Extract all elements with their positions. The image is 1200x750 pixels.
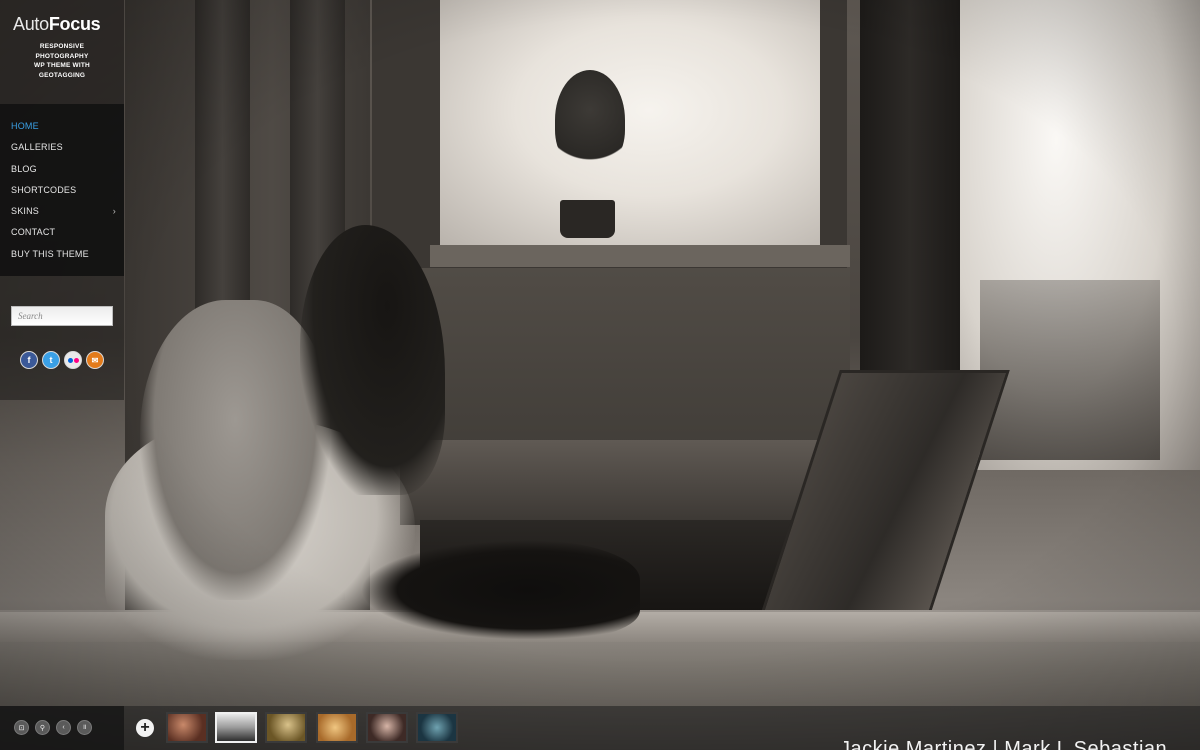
- menu-item-label: GALLERIES: [11, 142, 63, 153]
- menu-item-label: BUY THIS THEME: [11, 248, 89, 259]
- main-menu: HOME GALLERIES BLOG SHORTCODES SKINS › CO…: [0, 104, 124, 276]
- pause-icon[interactable]: ॥: [77, 720, 92, 735]
- photo-caption: Jackie Martinez | Mark L Sebastian: [840, 738, 1168, 750]
- thumbnail[interactable]: [316, 712, 358, 743]
- menu-item-buy-this-theme[interactable]: BUY THIS THEME: [0, 244, 124, 265]
- twitter-icon[interactable]: t: [42, 351, 60, 369]
- menu-item-contact[interactable]: CONTACT: [0, 222, 124, 243]
- flickr-icon[interactable]: [64, 351, 82, 369]
- menu-item-label: CONTACT: [11, 227, 56, 238]
- logo-auto-text: Auto: [13, 14, 49, 34]
- site-tagline: RESPONSIVE PHOTOGRAPHY WP THEME WITH GEO…: [34, 43, 90, 79]
- logo-block: AutoFocus RESPONSIVE PHOTOGRAPHY WP THEM…: [0, 0, 124, 104]
- menu-item-label: HOME: [11, 121, 39, 131]
- menu-item-skins[interactable]: SKINS ›: [0, 201, 124, 222]
- search-area: f t ✉: [0, 276, 124, 400]
- plus-icon[interactable]: +: [136, 719, 154, 737]
- menu-item-blog[interactable]: BLOG: [0, 159, 124, 180]
- menu-item-shortcodes[interactable]: SHORTCODES: [0, 180, 124, 201]
- page: AutoFocus RESPONSIVE PHOTOGRAPHY WP THEM…: [0, 0, 1200, 750]
- menu-item-label: SKINS: [11, 206, 40, 217]
- sidebar: AutoFocus RESPONSIVE PHOTOGRAPHY WP THEM…: [0, 0, 124, 750]
- map-pin-icon[interactable]: ⚲: [35, 720, 50, 735]
- photo-vignette: [0, 0, 1200, 750]
- thumbnail[interactable]: [416, 712, 458, 743]
- facebook-icon[interactable]: f: [20, 351, 38, 369]
- prev-icon[interactable]: ‹: [56, 720, 71, 735]
- thumbnail[interactable]: [366, 712, 408, 743]
- social-links: f t ✉: [20, 351, 104, 369]
- controls-row: ⊡ ⚲ ‹ ॥: [14, 720, 92, 735]
- search-input[interactable]: [11, 306, 113, 326]
- site-logo[interactable]: AutoFocus: [13, 14, 101, 35]
- chevron-right-icon: ›: [112, 206, 116, 217]
- thumbnail[interactable]: [166, 712, 208, 743]
- fullscreen-icon[interactable]: ⊡: [14, 720, 29, 735]
- logo-focus-text: Focus: [48, 14, 101, 34]
- slideshow-controls: ⊡ ⚲ ‹ ॥: [0, 706, 124, 750]
- thumbnail[interactable]: [265, 712, 307, 743]
- menu-item-home[interactable]: HOME: [0, 116, 124, 137]
- thumbnail-selected[interactable]: [215, 712, 257, 743]
- menu-item-label: SHORTCODES: [11, 184, 77, 195]
- menu-item-galleries[interactable]: GALLERIES: [0, 137, 124, 158]
- background-photo: [0, 0, 1200, 750]
- email-icon[interactable]: ✉: [86, 351, 104, 369]
- menu-item-label: BLOG: [11, 163, 37, 174]
